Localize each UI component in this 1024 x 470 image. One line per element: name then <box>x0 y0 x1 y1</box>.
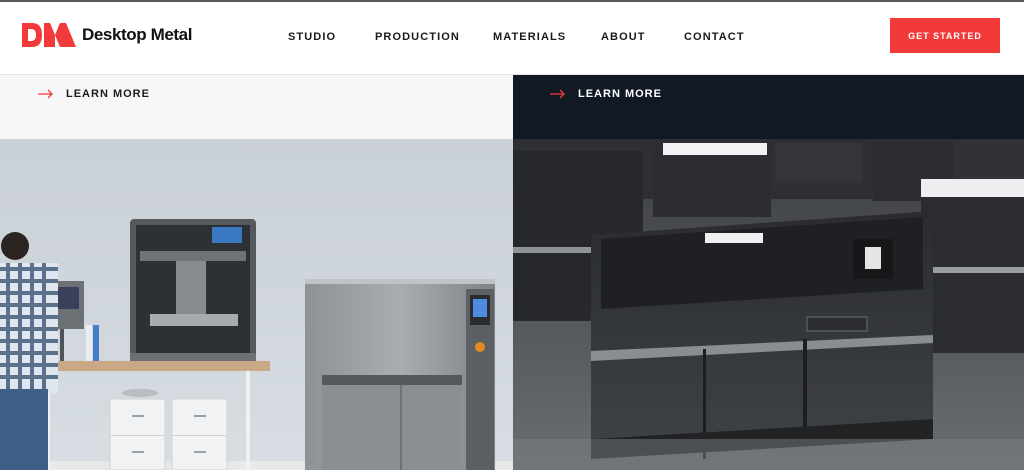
arrow-right-icon <box>38 89 53 99</box>
brand-logo[interactable]: Desktop Metal <box>22 22 192 48</box>
nav-item-materials[interactable]: MATERIALS <box>493 31 566 43</box>
production-learn-more-bar: LEARN MORE <box>513 75 1024 139</box>
nav-item-about[interactable]: ABOUT <box>601 31 646 43</box>
site-header: Desktop Metal STUDIO PRODUCTION MATERIAL… <box>0 0 1024 75</box>
production-learn-more-link[interactable]: LEARN MORE <box>550 88 662 100</box>
studio-learn-more-link[interactable]: LEARN MORE <box>38 88 150 100</box>
dm-logo-icon <box>22 23 76 47</box>
arrow-right-icon <box>550 89 565 99</box>
studio-learn-more-bar: LEARN MORE <box>0 75 513 139</box>
brand-name: Desktop Metal <box>82 25 193 44</box>
nav-item-studio[interactable]: STUDIO <box>288 31 336 43</box>
nav-item-contact[interactable]: CONTACT <box>684 31 745 43</box>
learn-more-label: LEARN MORE <box>578 88 662 100</box>
learn-more-label: LEARN MORE <box>66 88 150 100</box>
production-system-photo <box>513 139 1024 470</box>
nav-item-production[interactable]: PRODUCTION <box>375 31 460 43</box>
get-started-button[interactable]: GET STARTED <box>890 18 1000 53</box>
studio-system-photo <box>0 139 513 470</box>
